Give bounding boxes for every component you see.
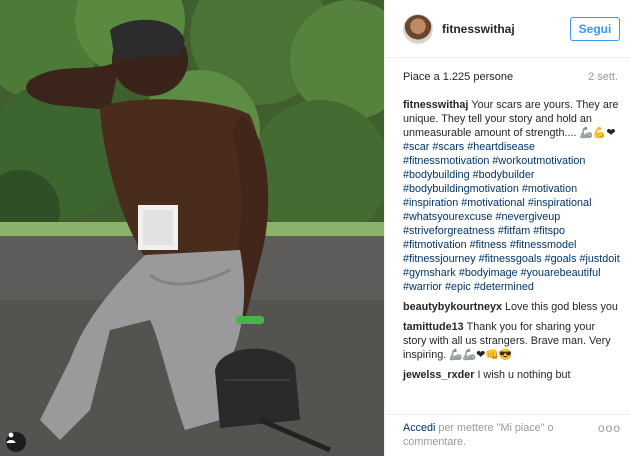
hashtag-link[interactable]: #fitnessgoals <box>479 253 542 265</box>
hashtag-link[interactable]: #scars <box>432 141 464 153</box>
post-header: fitnesswithaj Segui <box>385 0 630 58</box>
avatar[interactable] <box>403 13 433 44</box>
hashtag-link[interactable]: #goals <box>545 253 577 265</box>
hashtag-link[interactable]: #bodybuilding <box>403 169 470 181</box>
hashtag-link[interactable]: #bodybuildingmotivation <box>403 183 519 195</box>
post-footer: Accedi per mettere "Mi piace" o commenta… <box>385 414 630 456</box>
likes-row: Piace a 1.225 persone 2 sett. <box>385 58 630 96</box>
hashtag-link[interactable]: #bodybuilder <box>473 169 535 181</box>
caption-username[interactable]: fitnesswithaj <box>403 99 468 111</box>
hashtag-link[interactable]: #youarebeautiful <box>521 267 601 279</box>
comment-item: beautybykourtneyx Love this god bless you <box>403 300 620 314</box>
hashtag-link[interactable]: #epic <box>445 281 471 293</box>
post-time[interactable]: 2 sett. <box>588 71 618 83</box>
instagram-post: fitnesswithaj Segui Piace a 1.225 person… <box>0 0 630 456</box>
user-tag-icon[interactable] <box>6 432 26 452</box>
hashtag-list: #scar #scars #heartdisease #fitnessmotiv… <box>403 141 620 293</box>
comment-item: tamittude13 Thank you for sharing your st… <box>403 320 620 362</box>
hashtag-link[interactable]: #scar <box>403 141 429 153</box>
hashtag-link[interactable]: #motivational <box>461 197 525 209</box>
comment-username[interactable]: tamittude13 <box>403 321 464 333</box>
hashtag-link[interactable]: #inspirational <box>528 197 592 209</box>
comment-item: jewelss_rxder I wish u nothing but <box>403 368 620 382</box>
hashtag-link[interactable]: #nevergiveup <box>495 211 560 223</box>
hashtag-link[interactable]: #fitnessmodel <box>510 239 577 251</box>
comment-username[interactable]: jewelss_rxder <box>403 369 474 381</box>
hashtag-link[interactable]: #warrior <box>403 281 442 293</box>
hashtag-link[interactable]: #fitspo <box>533 225 565 237</box>
username-link[interactable]: fitnesswithaj <box>442 22 570 36</box>
follow-button[interactable]: Segui <box>570 16 620 41</box>
hashtag-link[interactable]: #heartdisease <box>467 141 535 153</box>
comments-list[interactable]: fitnesswithaj Your scars are yours. They … <box>385 96 630 408</box>
photo-illustration <box>0 0 384 456</box>
hashtag-link[interactable]: #workoutmotivation <box>492 155 585 167</box>
hashtag-link[interactable]: #fitness <box>470 239 507 251</box>
login-link[interactable]: Accedi <box>403 422 435 434</box>
hashtag-link[interactable]: #fitfam <box>498 225 530 237</box>
hashtag-link[interactable]: #whatsyourexcuse <box>403 211 492 223</box>
hashtag-link[interactable]: #motivation <box>522 183 577 195</box>
caption-emoji: 🦾💪❤ <box>579 127 616 139</box>
hashtag-link[interactable]: #fitmotivation <box>403 239 467 251</box>
hashtag-link[interactable]: #determined <box>474 281 534 293</box>
hashtag-link[interactable]: #bodyimage <box>459 267 518 279</box>
hashtag-link[interactable]: #inspiration <box>403 197 458 209</box>
comment-text: Love this god bless you <box>505 301 618 313</box>
hashtag-link[interactable]: #fitnessmotivation <box>403 155 489 167</box>
likes-count[interactable]: Piace a 1.225 persone <box>403 71 513 83</box>
hashtag-link[interactable]: #striveforgreatness <box>403 225 495 237</box>
hashtag-link[interactable]: #fitnessjourney <box>403 253 476 265</box>
comment-text: I wish u nothing but <box>477 369 571 381</box>
hashtag-link[interactable]: #justdoit <box>579 253 619 265</box>
login-prompt: Accedi per mettere "Mi piace" o commenta… <box>403 421 592 449</box>
more-options-icon[interactable]: ooo <box>598 421 621 435</box>
person-glyph <box>6 432 16 443</box>
comment-username[interactable]: beautybykourtneyx <box>403 301 502 313</box>
caption: fitnesswithaj Your scars are yours. They … <box>403 98 620 294</box>
hashtag-link[interactable]: #gymshark <box>403 267 456 279</box>
post-sidebar: fitnesswithaj Segui Piace a 1.225 person… <box>384 0 630 456</box>
post-photo[interactable] <box>0 0 384 456</box>
